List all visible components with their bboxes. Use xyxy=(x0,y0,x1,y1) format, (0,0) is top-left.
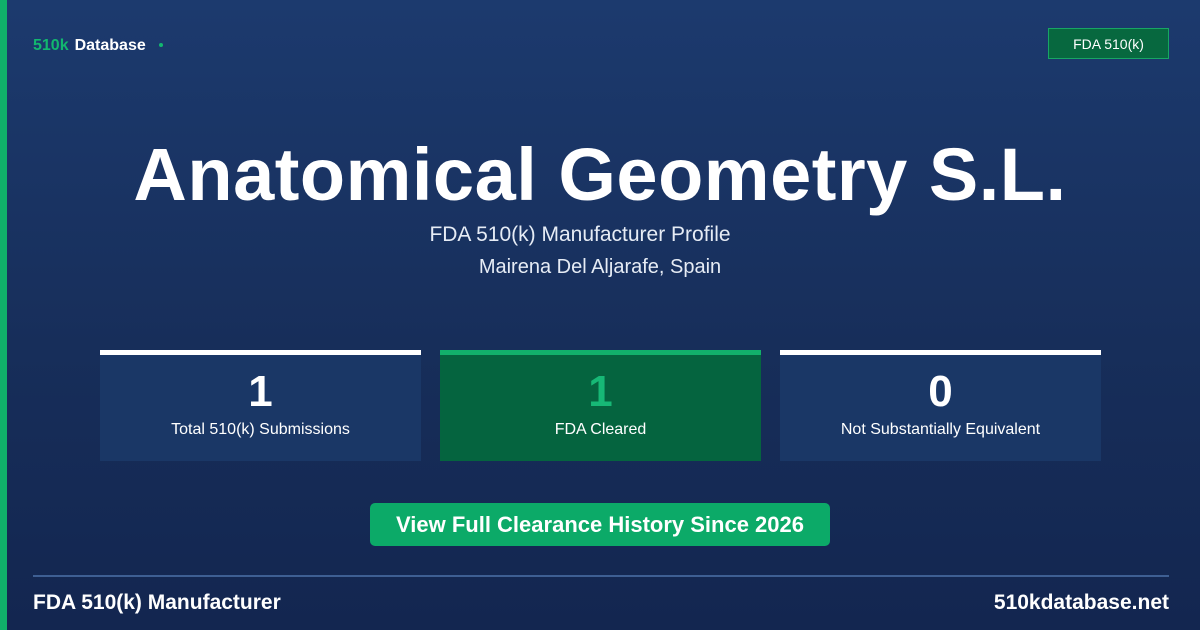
footer-site-link[interactable]: 510kdatabase.net xyxy=(994,591,1169,615)
page-title: Anatomical Geometry S.L. xyxy=(133,133,1067,216)
stat-card-total-submissions: 1 Total 510(k) Submissions xyxy=(100,350,421,461)
brand-logo-part2: Database xyxy=(74,37,146,54)
manufacturer-location: Mairena Del Aljarafe, Spain xyxy=(478,256,722,278)
left-accent-bar xyxy=(0,0,7,630)
brand-dot-icon xyxy=(158,43,163,47)
stat-card-fda-cleared: 1 FDA Cleared xyxy=(440,350,761,461)
brand-logo-part1: 510k xyxy=(33,37,69,54)
fda-510k-badge: FDA 510(k) xyxy=(1048,28,1169,59)
stat-label: Not Substantially Equivalent xyxy=(840,421,1041,438)
stat-value: 0 xyxy=(928,367,953,416)
stat-value: 1 xyxy=(248,367,273,416)
stat-label: FDA Cleared xyxy=(554,421,647,438)
footer-manufacturer-label: FDA 510(k) Manufacturer xyxy=(33,591,281,614)
stat-card-not-substantially-equivalent: 0 Not Substantially Equivalent xyxy=(780,350,1101,461)
brand-logo[interactable]: 510k Database xyxy=(33,37,163,55)
stat-value: 1 xyxy=(588,367,613,416)
view-clearance-history-button[interactable]: View Full Clearance History Since 2026 xyxy=(370,503,830,546)
footer-divider xyxy=(33,575,1169,577)
page-subtitle: FDA 510(k) Manufacturer Profile xyxy=(429,223,731,246)
stat-label: Total 510(k) Submissions xyxy=(171,421,350,438)
